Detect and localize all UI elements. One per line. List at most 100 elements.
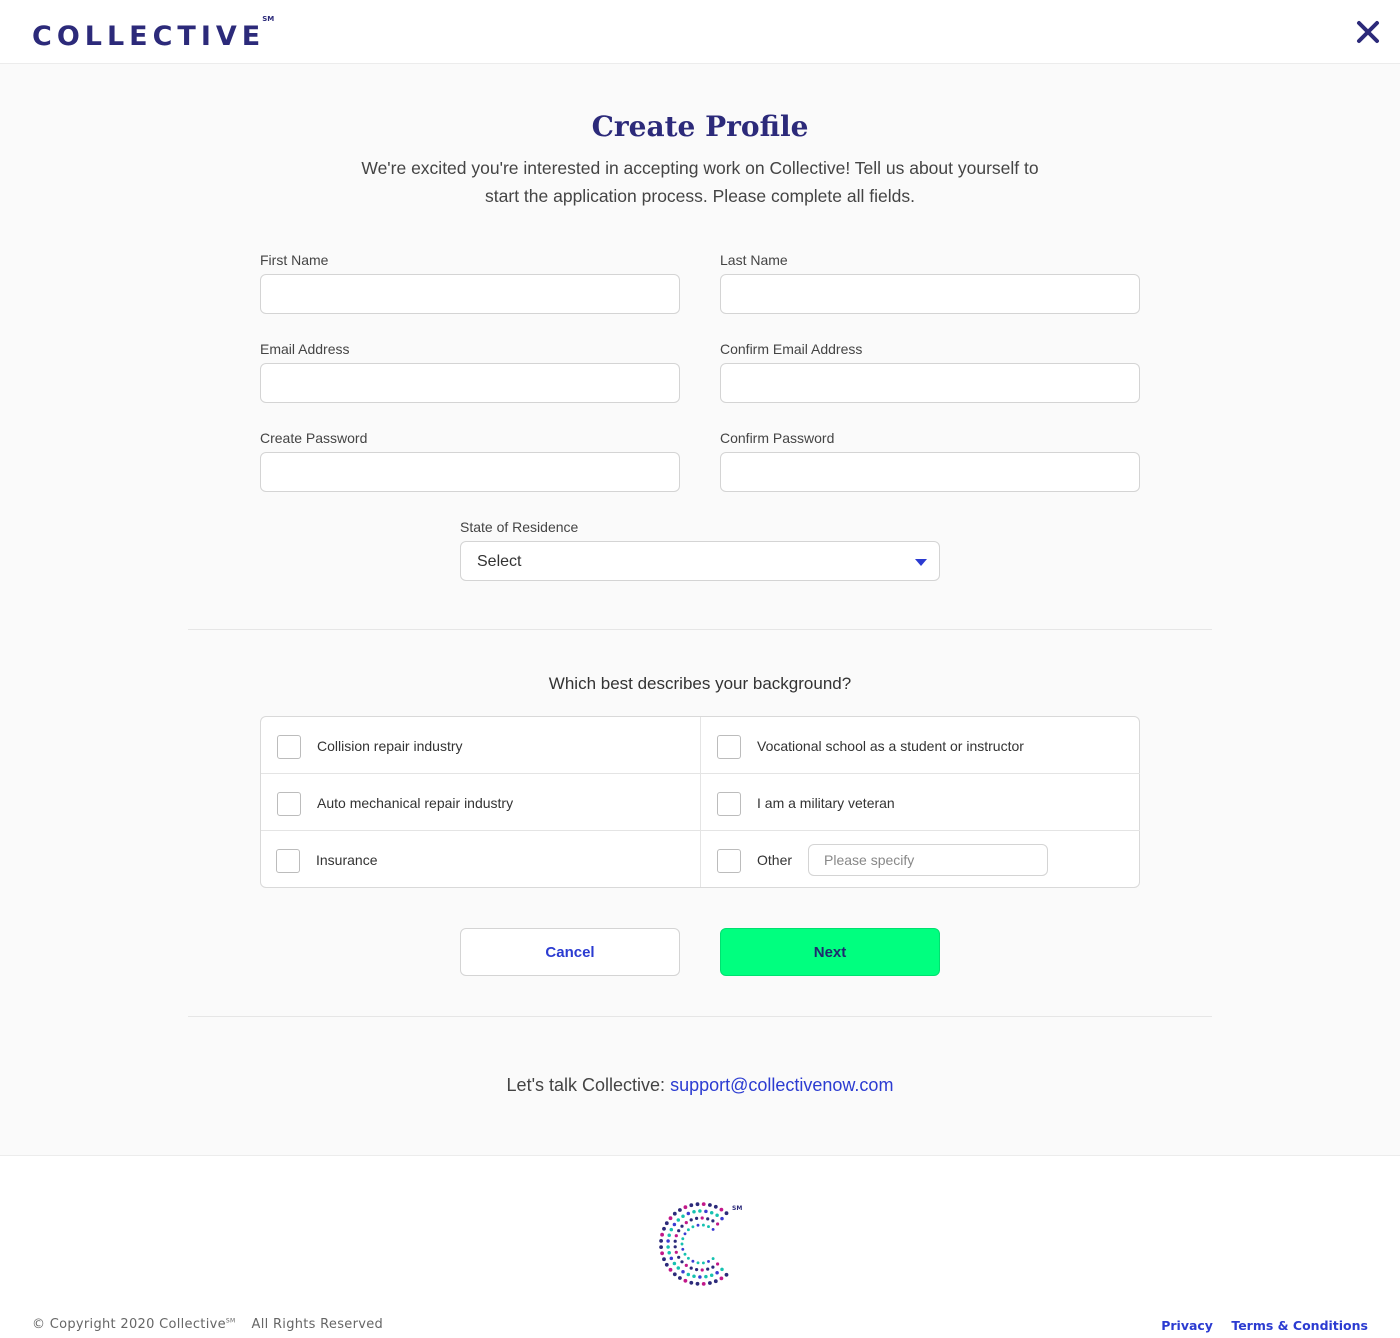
collective-logo[interactable]: COLLECTIVESM: [32, 15, 275, 53]
logo-dot: [672, 1222, 677, 1227]
email-label: Email Address: [260, 341, 350, 357]
option-auto-mechanical[interactable]: Auto mechanical repair industry: [261, 773, 701, 830]
option-other[interactable]: Other: [700, 830, 1140, 887]
logo-dot: [668, 1267, 673, 1272]
logo-dot: [662, 1257, 666, 1262]
logo-dot: [716, 1222, 720, 1226]
logo-dot: [674, 1234, 678, 1238]
logo-dot: [659, 1245, 663, 1249]
logo-dot: [660, 1251, 664, 1256]
checkbox-insurance[interactable]: [276, 849, 300, 873]
checkbox-military-veteran[interactable]: [717, 792, 741, 816]
logo-dot: [678, 1276, 682, 1280]
logo-dot: [700, 1268, 704, 1272]
email-field[interactable]: [260, 363, 680, 403]
section-divider: [188, 629, 1212, 630]
logo-dot: [701, 1282, 706, 1286]
logo-dot: [713, 1204, 718, 1209]
logo-dot: [673, 1245, 677, 1249]
checkbox-auto-mechanical[interactable]: [277, 792, 301, 816]
logo-dot: [684, 1263, 688, 1267]
logo-dot: [689, 1266, 693, 1270]
contact-line: Let's talk Collective: support@collectiv…: [0, 1075, 1400, 1096]
logo-dot: [715, 1213, 719, 1217]
logo-dot: [681, 1269, 685, 1274]
logo-dot: [664, 1262, 669, 1267]
logo-dot: [669, 1227, 674, 1232]
last-name-field[interactable]: [720, 274, 1140, 314]
logo-dot: [669, 1256, 674, 1261]
logo-dot: [672, 1211, 677, 1216]
logo-dot: [683, 1278, 688, 1283]
confirm-email-field[interactable]: [720, 363, 1140, 403]
logo-dot: [706, 1217, 710, 1221]
logo-dot: [667, 1233, 671, 1237]
background-question: Which best describes your background?: [548, 674, 852, 693]
privacy-link[interactable]: Privacy: [1161, 1318, 1213, 1333]
logo-dot: [695, 1281, 700, 1286]
terms-link[interactable]: Terms & Conditions: [1231, 1318, 1368, 1333]
logo-dot: [707, 1259, 710, 1263]
checkbox-collision-repair[interactable]: [277, 735, 301, 759]
password-field[interactable]: [260, 452, 680, 492]
footer-links: Privacy Terms & Conditions: [1147, 1318, 1368, 1333]
logo-dot: [711, 1219, 715, 1223]
logo-dot: [684, 1221, 688, 1225]
state-label: State of Residence: [460, 519, 579, 535]
option-collision-repair[interactable]: Collision repair industry: [261, 717, 701, 774]
support-email-link[interactable]: support@collectivenow.com: [670, 1075, 893, 1095]
last-name-label: Last Name: [720, 252, 788, 268]
confirm-password-label: Confirm Password: [720, 430, 835, 446]
logo-dot: [662, 1226, 666, 1231]
option-label: Collision repair industry: [317, 738, 463, 754]
copyright-text: © Copyright 2020 Collective: [32, 1317, 226, 1332]
background-options: Collision repair industry Vocational sch…: [260, 716, 1140, 888]
logo-dot: [676, 1218, 681, 1222]
logo-dot: [672, 1261, 677, 1266]
logo-dot: [686, 1228, 690, 1232]
confirm-password-field[interactable]: [720, 452, 1140, 492]
option-label: Vocational school as a student or instru…: [757, 738, 1024, 754]
page-title: Create Profile: [591, 110, 809, 143]
logo-dot: [686, 1256, 690, 1260]
other-specify-input[interactable]: [808, 844, 1048, 876]
logo-dot: [707, 1225, 710, 1229]
logo-dot: [704, 1209, 708, 1214]
checkbox-other[interactable]: [717, 849, 741, 873]
logo-dot: [667, 1251, 671, 1255]
first-name-field[interactable]: [260, 274, 680, 314]
chevron-down-icon: [915, 559, 927, 566]
logo-dot: [713, 1279, 718, 1284]
option-label: I am a military veteran: [757, 795, 895, 811]
logo-dot: [681, 1237, 685, 1241]
logo-dot: [660, 1232, 664, 1237]
logo-dot: [701, 1202, 706, 1206]
state-select[interactable]: Select: [460, 541, 940, 581]
logo-dot: [701, 1261, 705, 1265]
intro-text: We're excited you're interested in accep…: [361, 158, 1039, 206]
logo-dot: [711, 1257, 715, 1261]
logo-dot: [681, 1247, 685, 1251]
close-button[interactable]: [1354, 18, 1382, 46]
logo-dot: [700, 1216, 704, 1220]
logo-dot: [666, 1239, 670, 1243]
logo-dot: [724, 1211, 729, 1216]
option-military-veteran[interactable]: I am a military veteran: [700, 773, 1140, 830]
option-insurance[interactable]: Insurance: [261, 830, 701, 887]
next-button[interactable]: Next: [720, 928, 940, 976]
option-vocational-school[interactable]: Vocational school as a student or instru…: [700, 717, 1140, 774]
footer: SM © Copyright 2020 CollectiveSM All Righ…: [0, 1155, 1400, 1338]
logo-dot: [704, 1274, 708, 1279]
state-select-value: Select: [477, 553, 522, 570]
logo-dot: [686, 1272, 691, 1277]
logo-dot: [666, 1245, 670, 1249]
logo-dot: [692, 1210, 696, 1214]
logo-dot: [683, 1252, 687, 1256]
checkbox-vocational-school[interactable]: [717, 735, 741, 759]
logo-dot: [677, 1229, 681, 1233]
cancel-button[interactable]: Cancel: [460, 928, 680, 976]
logo-service-mark: SM: [262, 15, 275, 23]
option-label: Insurance: [316, 852, 378, 868]
logo-dot: [719, 1207, 724, 1212]
top-bar: COLLECTIVESM: [0, 0, 1400, 64]
